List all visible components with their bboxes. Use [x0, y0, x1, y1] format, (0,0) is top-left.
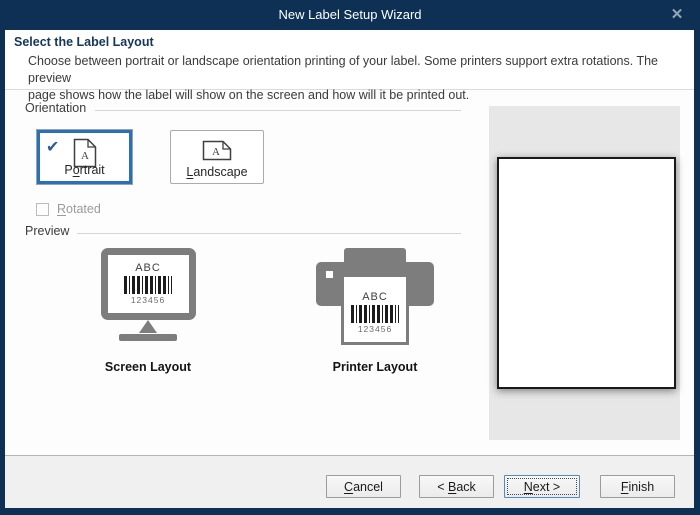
check-icon: ✔	[46, 140, 59, 156]
new-label-setup-wizard-dialog: New Label Setup Wizard ✕ Select the Labe…	[0, 0, 700, 515]
page-description: Choose between portrait or landscape ori…	[28, 53, 694, 104]
window-title: New Label Setup Wizard	[278, 7, 421, 22]
monitor-stand-base	[119, 334, 177, 341]
landscape-page-icon: A	[202, 140, 232, 166]
printer-layout-caption: Printer Layout	[310, 360, 440, 374]
page-title: Select the Label Layout	[14, 35, 154, 49]
portrait-page-preview	[497, 157, 676, 389]
monitor-stand-neck	[139, 320, 157, 333]
description-line-2: page shows how the label will show on th…	[28, 87, 694, 104]
label-text: ABC	[349, 291, 401, 304]
svg-text:A: A	[81, 150, 89, 162]
screen-layout-preview: ABC 123456 Screen Layout	[83, 248, 213, 374]
dialog-content: Select the Label Layout Choose between p…	[5, 30, 694, 508]
back-button[interactable]: < Back	[419, 475, 494, 498]
button-label: Finish	[621, 480, 654, 494]
label-artwork: ABC 123456	[122, 262, 174, 306]
printer-layout-preview: ABC 123456 Printer Layout	[310, 248, 440, 374]
svg-text:A: A	[212, 146, 220, 158]
page-preview-pane	[489, 106, 680, 440]
cancel-button[interactable]: Cancel	[326, 475, 401, 498]
screen-layout-caption: Screen Layout	[83, 360, 213, 374]
printer-paper: ABC 123456	[341, 274, 409, 345]
barcode-graphic	[124, 276, 172, 294]
label-text: ABC	[122, 262, 174, 275]
label-digits: 123456	[349, 324, 401, 335]
monitor-icon: ABC 123456	[83, 248, 213, 360]
landscape-label: Landscape	[171, 165, 263, 179]
orientation-group-label: Orientation	[25, 101, 86, 115]
rotated-label: Rotated	[57, 202, 101, 216]
portrait-label: Portrait	[40, 163, 129, 177]
rotated-checkbox[interactable]	[36, 203, 49, 216]
close-button[interactable]: ✕	[664, 4, 690, 26]
label-digits: 123456	[122, 295, 174, 306]
printer-icon: ABC 123456	[310, 248, 440, 360]
preview-group-label: Preview	[25, 224, 69, 238]
printer-paper-slot	[344, 248, 406, 263]
label-artwork: ABC 123456	[349, 291, 401, 335]
barcode-graphic	[351, 305, 399, 323]
title-bar: New Label Setup Wizard ✕	[0, 0, 700, 30]
button-label: Next >	[524, 480, 560, 494]
monitor-screen: ABC 123456	[101, 248, 196, 320]
printer-indicator	[326, 271, 333, 278]
rotated-checkbox-row[interactable]: Rotated	[36, 202, 101, 216]
group-divider	[77, 233, 461, 234]
next-button[interactable]: Next >	[504, 475, 580, 498]
footer-bar: Cancel < Back Next > Finish	[5, 455, 694, 508]
button-label: Cancel	[344, 480, 383, 494]
wizard-header: Select the Label Layout Choose between p…	[5, 30, 694, 90]
button-label: < Back	[437, 480, 476, 494]
landscape-option-button[interactable]: A Landscape	[170, 130, 264, 184]
close-icon: ✕	[671, 6, 684, 23]
description-line-1: Choose between portrait or landscape ori…	[28, 53, 694, 87]
group-divider	[95, 110, 461, 111]
finish-button[interactable]: Finish	[600, 475, 675, 498]
portrait-option-button[interactable]: ✔ A Portrait	[37, 130, 132, 184]
